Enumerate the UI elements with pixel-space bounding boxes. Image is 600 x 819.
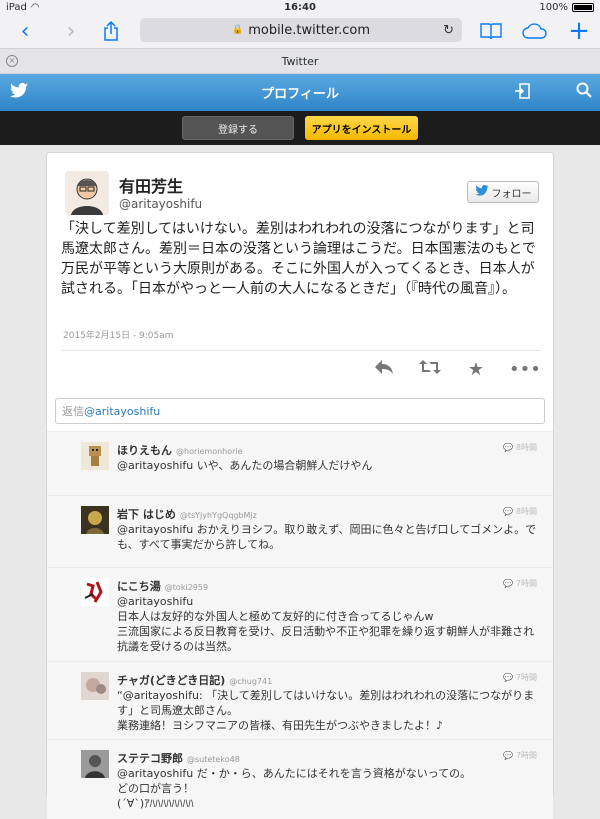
reply-time: 💬 7時間 (503, 579, 537, 588)
tweet-date[interactable]: 2015年2月15日 - 9:05am (63, 328, 174, 341)
status-bar: iPad ◠ 16:40 100% (0, 0, 600, 14)
battery-icon (572, 2, 594, 12)
list-item[interactable]: 岩下 はじめ @tsYjyhYgQqgbMjz 💬 8時間 @aritayoshi… (47, 495, 553, 567)
reply-author[interactable]: ほりえもん @horiemonhorie (117, 442, 243, 458)
reply-handle: @toki2959 (164, 583, 209, 592)
reply-prefix: 返信 (62, 405, 84, 418)
share-icon (104, 21, 118, 41)
browser-toolbar: ‹ › 🔒 mobile.twitter.com ↻ + (0, 14, 600, 48)
clock: 16:40 (284, 1, 316, 13)
avatar[interactable] (65, 171, 109, 215)
avatar[interactable] (81, 578, 109, 606)
retweet-icon[interactable] (417, 359, 443, 380)
reply-time: 💬 8時間 (503, 507, 537, 516)
app-promo-bar: 登録する アプリをインストール (0, 111, 600, 145)
cloud-icon (522, 23, 547, 39)
follow-button[interactable]: フォロー (467, 181, 539, 203)
reply-text: @aritayoshifu だ・か・ら、あんたにはそれを言う資格がないっての。 … (117, 767, 472, 810)
search-icon[interactable] (576, 82, 592, 103)
icloud-tabs-button[interactable] (520, 16, 550, 46)
profile-name[interactable]: 有田芳生 (119, 173, 183, 197)
reply-icon[interactable] (371, 359, 397, 380)
lock-icon: 🔒 (231, 25, 244, 35)
more-icon[interactable]: ••• (509, 359, 541, 380)
twitter-bird-icon[interactable] (10, 82, 28, 102)
address-bar[interactable]: 🔒 mobile.twitter.com ↻ (140, 18, 462, 42)
avatar[interactable] (81, 672, 109, 700)
twitter-bird-icon (474, 184, 489, 199)
list-item[interactable]: ステテコ野郎 @suteteko48 💬 7時間 @aritayoshifu だ・… (47, 739, 553, 819)
avatar[interactable] (81, 506, 109, 534)
reply-handle: @tsYjyhYgQqgbMjz (179, 511, 257, 520)
bookmarks-button[interactable] (476, 16, 506, 46)
forward-button[interactable]: › (56, 16, 86, 46)
favorite-icon[interactable]: ★ (463, 359, 489, 380)
profile-handle[interactable]: @aritayoshifu (119, 197, 202, 211)
sign-in-icon[interactable] (514, 83, 530, 103)
device-label: iPad (6, 1, 27, 13)
reply-author[interactable]: 岩下 はじめ @tsYjyhYgQqgbMjz (117, 506, 257, 522)
reply-list: ほりえもん @horiemonhorie 💬 8時間 @aritayoshifu … (47, 431, 553, 819)
url-text: mobile.twitter.com (248, 22, 371, 38)
reply-time: 💬 7時間 (503, 673, 537, 682)
reply-text: “@aritayoshifu: 「決して差別してはいけない。差別はわれわれの没落… (117, 689, 535, 732)
reply-author[interactable]: にこち湯 @toki2959 (117, 578, 208, 594)
list-item[interactable]: にこち湯 @toki2959 💬 7時間 @aritayoshifu 日本人は友好… (47, 567, 553, 661)
follow-label: フォロー (491, 188, 532, 200)
book-icon (480, 23, 502, 40)
back-button[interactable]: ‹ (10, 16, 40, 46)
twitter-header: プロフィール (0, 74, 600, 111)
tab-title[interactable]: Twitter (282, 55, 319, 68)
share-button[interactable] (96, 16, 126, 46)
reload-icon[interactable]: ↻ (443, 23, 454, 38)
tab-bar: × Twitter (0, 48, 600, 74)
reply-time: 💬 8時間 (503, 443, 537, 452)
close-tab-icon[interactable]: × (6, 55, 18, 67)
tweet-actions: ★ ••• (371, 359, 541, 380)
reply-handle: @chug741 (229, 677, 273, 686)
divider (61, 350, 541, 351)
reply-handle: @horiemonhorie (176, 447, 243, 456)
list-item[interactable]: ほりえもん @horiemonhorie 💬 8時間 @aritayoshifu … (47, 431, 553, 495)
new-tab-button[interactable]: + (564, 16, 594, 46)
reply-handle: @suteteko48 (187, 755, 240, 764)
list-item[interactable]: チャガ(どきどき日記) @chug741 💬 7時間 “@aritayoshifu… (47, 661, 553, 739)
reply-text: @aritayoshifu おかえりヨシフ。取り敢えず、岡田に色々と告げ口してゴ… (117, 523, 537, 551)
avatar[interactable] (81, 442, 109, 470)
register-button[interactable]: 登録する (182, 116, 294, 140)
reply-text: @aritayoshifu 日本人は友好的な外国人と極めて友好的に付き合ってるじ… (117, 595, 535, 653)
wifi-icon: ◠ (30, 1, 40, 13)
reply-mention: @aritayoshifu (84, 404, 161, 418)
avatar[interactable] (81, 750, 109, 778)
tweet-text: 「決して差別してはいけない。差別はわれわれの没落につながります」と司馬遼太郎さん… (61, 221, 536, 297)
reply-author[interactable]: チャガ(どきどき日記) @chug741 (117, 672, 272, 688)
reply-text: @aritayoshifu いや、あんたの場合朝鮮人だけやん (117, 459, 373, 472)
reply-time: 💬 7時間 (503, 751, 537, 760)
reply-author[interactable]: ステテコ野郎 @suteteko48 (117, 750, 240, 766)
battery-percent: 100% (539, 1, 568, 13)
page-title: プロフィール (261, 87, 339, 102)
reply-input[interactable]: 返信 @aritayoshifu (55, 398, 545, 424)
tweet-card: 有田芳生 @aritayoshifu フォロー 「決して差別してはいけない。差別… (46, 152, 554, 819)
install-app-button[interactable]: アプリをインストール (305, 116, 418, 140)
